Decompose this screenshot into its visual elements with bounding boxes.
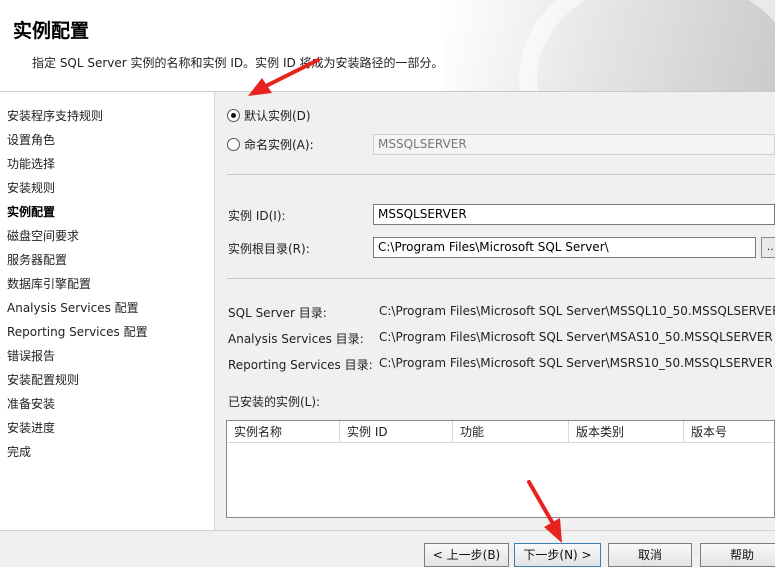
page-title: 实例配置 [13,20,90,42]
named-instance-radio[interactable]: 命名实例(A): [227,136,314,153]
reporting-services-dir-value: C:\Program Files\Microsoft SQL Server\MS… [379,356,773,370]
column-header-instance-id[interactable]: 实例 ID [340,421,453,443]
sidebar-item-feature-selection[interactable]: 功能选择 [7,155,55,172]
named-instance-input[interactable]: MSSQLSERVER [373,134,775,155]
back-button[interactable]: < 上一步(B) [424,543,509,567]
browse-button[interactable]: ... [761,237,775,258]
radio-unselected-icon [227,138,240,151]
sidebar-item-disk-space[interactable]: 磁盘空间要求 [7,227,79,244]
cancel-button[interactable]: 取消 [608,543,692,567]
steps-sidebar: 安装程序支持规则 设置角色 功能选择 安装规则 实例配置 磁盘空间要求 服务器配… [0,92,215,530]
instance-root-label: 实例根目录(R): [228,242,310,256]
instance-root-input[interactable]: C:\Program Files\Microsoft SQL Server\ [373,237,756,258]
column-header-version[interactable]: 版本号 [684,421,774,443]
sidebar-item-installation-progress[interactable]: 安装进度 [7,419,55,436]
divider [227,278,775,279]
wizard-footer: < 上一步(B) 下一步(N) > 取消 帮助 [0,530,775,567]
help-button[interactable]: 帮助 [700,543,775,567]
reporting-services-dir-label: Reporting Services 目录: [228,358,373,372]
sidebar-item-ready-to-install[interactable]: 准备安装 [7,395,55,412]
sidebar-item-configuration-rules[interactable]: 安装配置规则 [7,371,79,388]
page-subtitle: 指定 SQL Server 实例的名称和实例 ID。实例 ID 将成为安装路径的… [32,56,444,70]
default-instance-label: 默认实例(D) [244,109,311,123]
default-instance-radio[interactable]: 默认实例(D) [227,107,311,124]
sidebar-item-error-reporting[interactable]: 错误报告 [7,347,55,364]
sidebar-item-setup-support-rules[interactable]: 安装程序支持规则 [7,107,103,124]
sidebar-item-complete[interactable]: 完成 [7,443,31,460]
instance-id-input[interactable]: MSSQLSERVER [373,204,775,225]
sidebar-item-reporting-services[interactable]: Reporting Services 配置 [7,323,148,340]
installed-instances-label: 已安装的实例(L): [228,395,321,409]
divider [227,174,775,175]
column-header-edition[interactable]: 版本类别 [569,421,684,443]
analysis-services-dir-label: Analysis Services 目录: [228,332,364,346]
sidebar-item-analysis-services[interactable]: Analysis Services 配置 [7,299,139,316]
radio-selected-icon [227,109,240,122]
sql-server-dir-label: SQL Server 目录: [228,306,327,320]
sidebar-item-instance-configuration[interactable]: 实例配置 [7,203,55,220]
sidebar-item-setup-role[interactable]: 设置角色 [7,131,55,148]
named-instance-label: 命名实例(A): [244,138,314,152]
sidebar-item-server-configuration[interactable]: 服务器配置 [7,251,67,268]
sidebar-item-installation-rules[interactable]: 安装规则 [7,179,55,196]
column-header-features[interactable]: 功能 [453,421,569,443]
column-header-instance-name[interactable]: 实例名称 [227,421,340,443]
sql-server-dir-value: C:\Program Files\Microsoft SQL Server\MS… [379,304,775,318]
next-button[interactable]: 下一步(N) > [514,543,601,567]
instance-configuration-panel: 默认实例(D) 命名实例(A): MSSQLSERVER 实例 ID(I): M… [215,92,775,530]
instance-id-label: 实例 ID(I): [228,209,286,223]
header-banner: 实例配置 指定 SQL Server 实例的名称和实例 ID。实例 ID 将成为… [0,0,775,92]
sidebar-item-database-engine[interactable]: 数据库引擎配置 [7,275,91,292]
analysis-services-dir-value: C:\Program Files\Microsoft SQL Server\MS… [379,330,773,344]
header-decoration-ring [519,0,775,91]
installed-instances-table[interactable]: 实例名称 实例 ID 功能 版本类别 版本号 [226,420,775,518]
